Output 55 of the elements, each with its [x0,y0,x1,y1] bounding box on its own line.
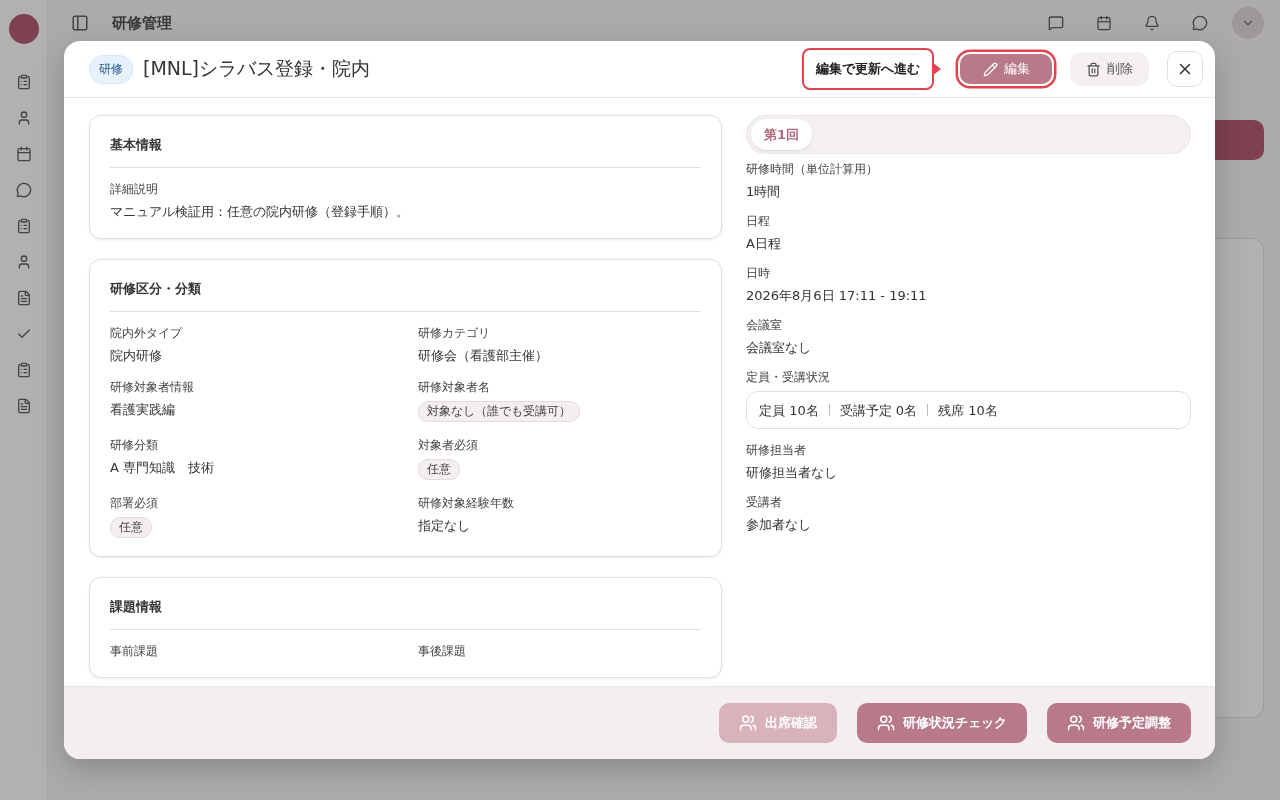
field-value: 会議室なし [746,339,812,356]
field-label: 詳細説明 [110,182,159,197]
close-button[interactable] [1167,51,1203,87]
field-value: 研修会（看護部主催） [417,347,549,364]
card-title: 研修区分・分類 [110,280,701,312]
field-label: 日程 [746,214,771,229]
field-label: 研修カテゴリ [417,326,491,341]
pencil-icon [982,61,998,77]
field-value: A日程 [746,235,782,252]
card-title: 基本情報 [110,136,701,168]
users-icon [1067,714,1085,732]
footer-button[interactable]: 研修予定調整 [1047,703,1191,743]
field-label: 事後課題 [417,644,467,659]
capacity-text: 受講予定 0名 [839,401,918,419]
field-label: 受講者 [746,495,783,510]
field-value: A 専門知識 技術 [110,459,216,476]
field-label: 研修担当者 [746,443,807,458]
page-title: 研修管理 [112,13,173,33]
field-value: 院内研修 [110,347,163,364]
logo-icon [8,14,39,44]
field-label: 日時 [746,266,771,281]
dialog-title: [MNL]シラバス登録・院内 [143,56,372,81]
footer-button[interactable]: 研修状況チェック [857,703,1027,743]
field-label: 研修時間（単位計算用） [746,162,879,177]
value-tag: 任意 [110,517,152,538]
capacity-text: 残席 10名 [938,401,998,419]
field-value: 研修担当者なし [746,464,838,481]
field-label: 研修対象経験年数 [417,496,515,511]
field-value: 指定なし [417,517,471,534]
field-label: 部署必須 [110,496,159,511]
field-label: 対象者必須 [417,438,479,453]
delete-button[interactable]: 削除 [1070,52,1149,86]
field-value: 参加者なし [746,516,812,533]
card-title: 課題情報 [110,598,701,630]
field-value: 2026年8月6日 17:11 - 19:11 [746,287,928,304]
field-label: 院内外タイプ [110,326,184,341]
trash-icon [1086,61,1101,77]
field-value: 看護実践編 [110,401,176,418]
value-tag: 対象なし（誰でも受講可） [417,401,580,422]
capacity-text: 定員 10名 [759,401,819,419]
field-label: 研修対象者情報 [110,380,195,395]
field-label: 研修分類 [110,438,159,453]
field-label: 研修対象者名 [417,380,491,395]
field-label: 事前課題 [110,644,159,659]
users-icon [739,714,757,732]
tooltip-arrow-icon [932,62,942,76]
users-icon [877,714,895,732]
field-label: 定員・受講状況 [746,370,831,385]
field-value: マニュアル検証用：任意の院内研修（登録手順）。 [110,203,410,220]
field-label: 会議室 [746,318,783,333]
type-badge: 研修 [89,54,133,84]
edit-button[interactable]: 編集 [958,52,1054,86]
session-tab[interactable]: 第1回 [751,119,813,150]
field-value: 1時間 [746,183,782,200]
value-tag: 任意 [417,459,460,480]
